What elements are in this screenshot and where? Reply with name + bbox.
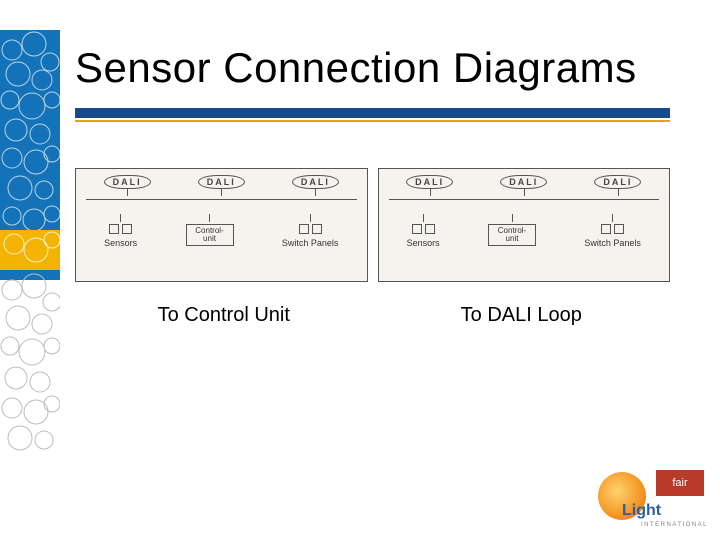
- bus-line: [86, 199, 357, 200]
- dali-node: DALI: [500, 175, 547, 189]
- switch-panels-label: Switch Panels: [584, 238, 641, 248]
- control-unit-box: Control- unit: [186, 224, 234, 246]
- logo-international-text: INTERNATIONAL: [641, 522, 708, 528]
- sensors-label: Sensors: [104, 238, 137, 248]
- switch-panels-drop: Switch Panels: [282, 214, 339, 248]
- sensors-label: Sensors: [407, 238, 440, 248]
- logo-light-text: Light: [622, 502, 661, 520]
- sensors-drop: Sensors: [104, 214, 137, 248]
- dali-node: DALI: [292, 175, 339, 189]
- dali-node: DALI: [406, 175, 453, 189]
- bus-line: [389, 199, 660, 200]
- control-unit-drop: Control- unit: [186, 214, 234, 248]
- dali-node: DALI: [104, 175, 151, 189]
- caption-dali-loop: To DALI Loop: [373, 304, 671, 327]
- dali-node: DALI: [594, 175, 641, 189]
- dali-node: DALI: [198, 175, 245, 189]
- caption-control-unit: To Control Unit: [75, 304, 373, 327]
- diagram-captions: To Control Unit To DALI Loop: [75, 304, 670, 327]
- lightfair-logo: fair Light INTERNATIONAL: [594, 470, 704, 526]
- control-unit-box: Control- unit: [488, 224, 536, 246]
- switch-panels-label: Switch Panels: [282, 238, 339, 248]
- logo-fair-box: fair: [656, 470, 704, 496]
- diagram-panel-dali-loop: DALI DALI DALI Sensors Control- unit: [378, 168, 671, 282]
- diagram-panel-control-unit: DALI DALI DALI Sensors Control- unit: [75, 168, 368, 282]
- title-rule: [75, 108, 670, 122]
- control-unit-drop: Control- unit: [488, 214, 536, 248]
- page-title: Sensor Connection Diagrams: [75, 44, 637, 92]
- switch-panels-drop: Switch Panels: [584, 214, 641, 248]
- diagram-row: DALI DALI DALI Sensors Control- unit: [75, 168, 670, 282]
- left-decoration: [0, 30, 60, 510]
- sensors-drop: Sensors: [407, 214, 440, 248]
